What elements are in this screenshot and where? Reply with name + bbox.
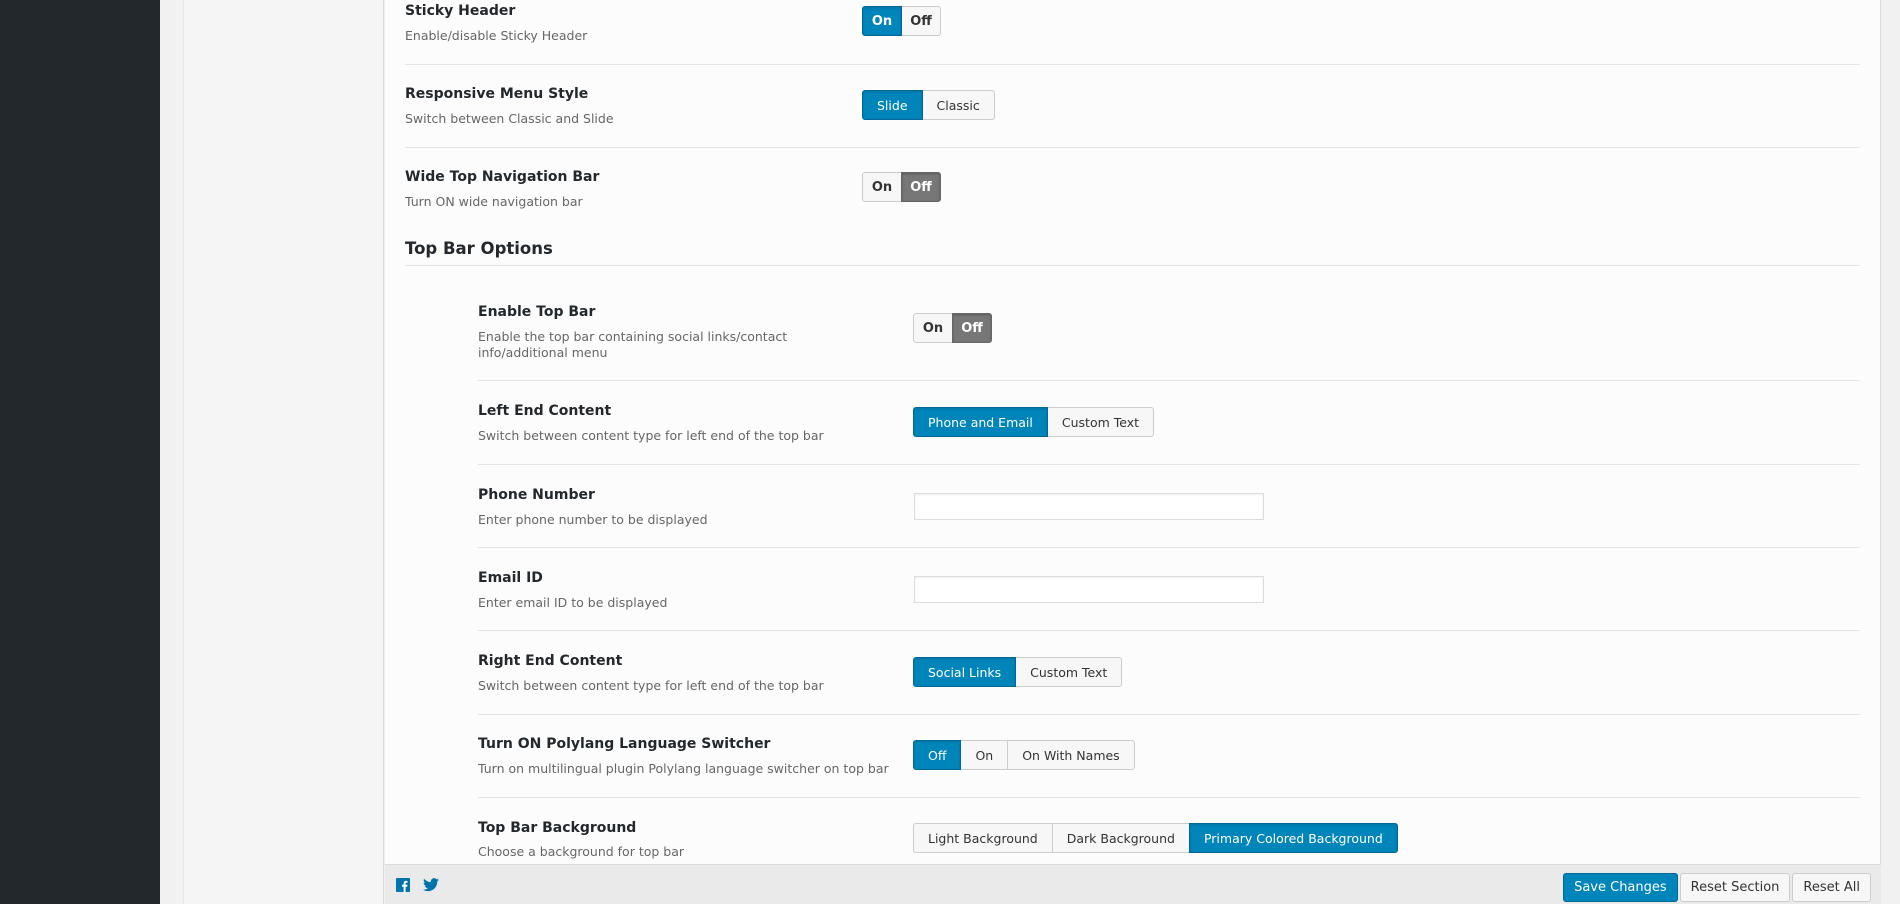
options-footer: Save Changes Reset Section Reset All bbox=[385, 864, 1881, 904]
switch-on-button[interactable]: On bbox=[862, 6, 902, 36]
option-row-email-id: Email ID Enter email ID to be displayed bbox=[478, 548, 1860, 631]
switch-off-button[interactable]: Off bbox=[901, 6, 941, 36]
enable-top-bar-switch: On Off bbox=[913, 313, 992, 343]
option-on-with-names-button[interactable]: On With Names bbox=[1007, 740, 1135, 770]
option-title: Left End Content bbox=[478, 403, 612, 419]
option-title: Top Bar Background bbox=[478, 820, 637, 836]
option-description: Enter phone number to be displayed bbox=[478, 512, 708, 527]
right-end-button-set: Social Links Custom Text bbox=[913, 657, 1123, 687]
switch-on-button[interactable]: On bbox=[913, 313, 953, 343]
option-description: Switch between content type for left end… bbox=[478, 678, 824, 693]
section-title: Top Bar Options bbox=[405, 239, 553, 258]
option-row-sticky-header: Sticky Header Enable/disable Sticky Head… bbox=[405, 0, 1860, 65]
option-description: Choose a background for top bar bbox=[478, 844, 685, 859]
option-row-wide-nav: Wide Top Navigation Bar Turn ON wide nav… bbox=[405, 148, 1860, 228]
reset-all-button[interactable]: Reset All bbox=[1792, 873, 1871, 902]
right-margin bbox=[1881, 0, 1900, 904]
sidebar-gutter bbox=[160, 0, 184, 904]
twitter-icon[interactable] bbox=[423, 877, 439, 893]
option-title: Responsive Menu Style bbox=[405, 86, 589, 102]
option-description: Enable/disable Sticky Header bbox=[405, 28, 588, 43]
save-changes-button[interactable]: Save Changes bbox=[1563, 873, 1678, 902]
admin-sidebar bbox=[0, 0, 160, 904]
option-row-responsive-menu: Responsive Menu Style Switch between Cla… bbox=[405, 65, 1860, 148]
phone-number-input[interactable] bbox=[914, 493, 1264, 520]
option-row-phone-number: Phone Number Enter phone number to be di… bbox=[478, 465, 1860, 548]
option-title: Right End Content bbox=[478, 653, 623, 669]
option-row-top-bar-background: Top Bar Background Choose a background f… bbox=[478, 798, 1860, 864]
option-slide-button[interactable]: Slide bbox=[862, 90, 923, 120]
reset-section-button[interactable]: Reset Section bbox=[1679, 873, 1791, 902]
polylang-button-set: Off On On With Names bbox=[913, 740, 1135, 770]
option-light-background-button[interactable]: Light Background bbox=[913, 823, 1053, 853]
option-row-enable-top-bar: Enable Top Bar Enable the top bar contai… bbox=[478, 266, 1860, 381]
option-title: Enable Top Bar bbox=[478, 304, 596, 320]
option-title: Email ID bbox=[478, 570, 543, 586]
wide-nav-switch: On Off bbox=[862, 172, 941, 202]
option-dark-background-button[interactable]: Dark Background bbox=[1051, 823, 1190, 853]
option-description: Turn on multilingual plugin Polylang lan… bbox=[478, 761, 889, 776]
sticky-header-switch: On Off bbox=[862, 6, 941, 36]
option-description: Turn ON wide navigation bar bbox=[405, 194, 583, 209]
option-row-right-end-content: Right End Content Switch between content… bbox=[478, 631, 1860, 715]
option-classic-button[interactable]: Classic bbox=[921, 90, 995, 120]
option-title: Turn ON Polylang Language Switcher bbox=[478, 736, 771, 752]
option-description: Enter email ID to be displayed bbox=[478, 595, 668, 610]
option-title: Phone Number bbox=[478, 487, 595, 503]
option-title: Wide Top Navigation Bar bbox=[405, 169, 600, 185]
option-custom-text-button[interactable]: Custom Text bbox=[1015, 657, 1123, 687]
switch-on-button[interactable]: On bbox=[862, 172, 902, 202]
switch-off-button[interactable]: Off bbox=[952, 313, 992, 343]
option-description: Switch between content type for left end… bbox=[478, 428, 824, 443]
option-off-button[interactable]: Off bbox=[913, 740, 962, 770]
option-title: Sticky Header bbox=[405, 3, 516, 19]
facebook-icon[interactable] bbox=[395, 877, 411, 893]
option-custom-text-button[interactable]: Custom Text bbox=[1046, 407, 1155, 437]
footer-actions: Save Changes Reset Section Reset All bbox=[1563, 873, 1871, 902]
option-phone-and-email-button[interactable]: Phone and Email bbox=[913, 407, 1048, 437]
option-social-links-button[interactable]: Social Links bbox=[913, 657, 1017, 687]
option-description: Enable the top bar containing social lin… bbox=[478, 329, 788, 360]
option-on-button[interactable]: On bbox=[960, 740, 1009, 770]
option-row-polylang-switcher: Turn ON Polylang Language Switcher Turn … bbox=[478, 715, 1860, 798]
option-primary-colored-background-button[interactable]: Primary Colored Background bbox=[1188, 823, 1398, 853]
options-content: Sticky Header Enable/disable Sticky Head… bbox=[385, 0, 1881, 864]
email-id-input[interactable] bbox=[914, 576, 1264, 603]
top-bar-background-button-set: Light Background Dark Background Primary… bbox=[913, 823, 1398, 853]
option-row-left-end-content: Left End Content Switch between content … bbox=[478, 381, 1860, 465]
options-panel-nav bbox=[184, 0, 384, 904]
responsive-menu-button-set: Slide Classic bbox=[862, 90, 995, 120]
option-description: Switch between Classic and Slide bbox=[405, 111, 614, 126]
switch-off-button[interactable]: Off bbox=[901, 172, 941, 202]
left-end-button-set: Phone and Email Custom Text bbox=[913, 407, 1155, 437]
